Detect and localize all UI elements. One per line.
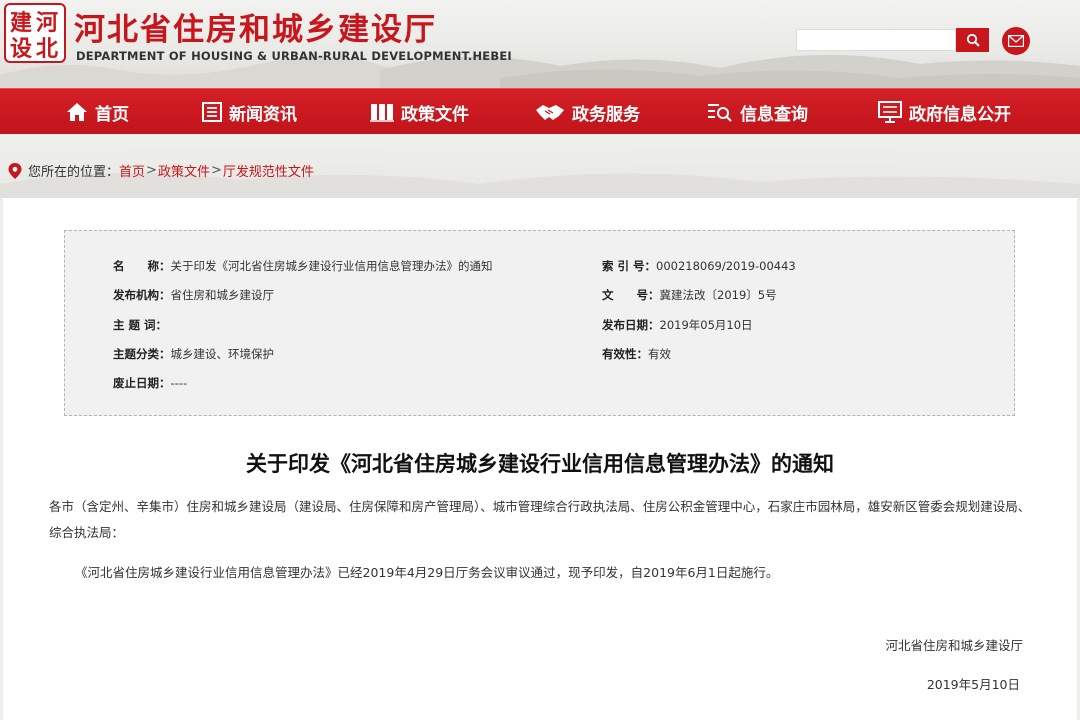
- meta-value: 冀建法改〔2019〕5号: [659, 288, 777, 302]
- nav-item-policy[interactable]: 政策文件: [370, 89, 469, 135]
- meta-index: 索 引 号：000218069/2019-00443: [602, 258, 796, 274]
- search-button[interactable]: [956, 28, 989, 52]
- seal-char-4: 北: [36, 36, 58, 61]
- document-icon: [370, 104, 394, 122]
- main-content: 名 称：关于印发《河北省住房城乡建设行业信用信息管理办法》的通知 索 引 号：0…: [3, 198, 1077, 720]
- search-input[interactable]: [796, 29, 956, 51]
- handshake-icon: [536, 105, 564, 120]
- home-icon: [67, 103, 87, 121]
- mail-icon: [1008, 35, 1024, 47]
- search-icon: [966, 33, 980, 47]
- meta-label: 索 引 号：: [602, 259, 657, 273]
- breadcrumb-home[interactable]: 首页: [119, 161, 145, 180]
- signature-date: 2019年5月10日: [926, 677, 1020, 692]
- nav-item-news[interactable]: 新闻资讯: [202, 89, 297, 135]
- nav-label: 政策文件: [401, 104, 469, 125]
- news-icon: [202, 102, 222, 122]
- nav-item-gov-info[interactable]: 政府信息公开: [878, 89, 1011, 135]
- meta-name: 名 称：关于印发《河北省住房城乡建设行业信用信息管理办法》的通知: [113, 258, 493, 274]
- nav-label: 首页: [95, 104, 129, 125]
- site-subtitle: DEPARTMENT OF HOUSING & URBAN-RURAL DEVE…: [76, 49, 512, 63]
- breadcrumb-separator: >: [146, 163, 157, 178]
- breadcrumb-current[interactable]: 厅发规范性文件: [223, 161, 314, 180]
- meta-date: 发布日期：2019年05月10日: [602, 317, 753, 333]
- document-paragraph: 《河北省住房城乡建设行业信用信息管理办法》已经2019年4月29日厅务会议审议通…: [75, 565, 779, 580]
- logo-seal: 建 河 设 北: [4, 3, 66, 63]
- info-board-icon: [878, 101, 902, 123]
- meta-validity: 有效性：有效: [602, 346, 671, 362]
- site-title: 河北省住房和城乡建设厅: [74, 12, 437, 48]
- meta-label: 有效性：: [602, 347, 648, 361]
- document-paragraph: 各市（含定州、辛集市）住房和城乡建设局（建设局、住房保障和房产管理局）、城市管理…: [49, 499, 1031, 540]
- meta-value: 2019年05月10日: [659, 318, 753, 332]
- search-list-icon: [708, 104, 732, 122]
- site-header: 建 河 设 北 河北省住房和城乡建设厅 DEPARTMENT OF HOUSIN…: [0, 0, 1080, 88]
- nav-label: 信息查询: [740, 104, 808, 125]
- meta-label: 废止日期：: [113, 376, 171, 390]
- meta-label: 主题分类：: [113, 347, 171, 361]
- document-title: 关于印发《河北省住房城乡建设行业信用信息管理办法》的通知: [246, 452, 834, 476]
- nav-item-query[interactable]: 信息查询: [707, 89, 808, 135]
- meta-subject: 主 题 词：: [113, 317, 167, 333]
- seal-icon: 建 河 设 北: [10, 10, 58, 62]
- seal-char-2: 河: [36, 10, 58, 36]
- meta-value: 000218069/2019-00443: [656, 259, 796, 273]
- meta-value: 城乡建设、环境保护: [170, 347, 275, 361]
- mail-button[interactable]: [1002, 27, 1030, 55]
- seal-char-1: 建: [10, 10, 32, 36]
- document-meta-box: 名 称：关于印发《河北省住房城乡建设行业信用信息管理办法》的通知 索 引 号：0…: [64, 230, 1015, 416]
- seal-char-3: 设: [10, 36, 32, 61]
- nav-label: 新闻资讯: [229, 104, 297, 125]
- breadcrumb-policy[interactable]: 政策文件: [158, 161, 210, 180]
- signature-org: 河北省住房和城乡建设厅: [885, 638, 1023, 653]
- meta-abolish: 废止日期：----: [113, 375, 187, 391]
- nav-label: 政务服务: [572, 104, 640, 125]
- location-pin-icon: [8, 162, 22, 179]
- meta-value: 关于印发《河北省住房城乡建设行业信用信息管理办法》的通知: [170, 259, 493, 273]
- meta-value: ----: [170, 376, 188, 390]
- breadcrumb-prefix: 您所在的位置：: [28, 165, 120, 180]
- meta-label: 主 题 词：: [113, 318, 168, 332]
- meta-org: 发布机构：省住房和城乡建设厅: [113, 287, 274, 303]
- meta-label: 名 称：: [113, 259, 171, 273]
- breadcrumb-separator: >: [210, 163, 222, 178]
- meta-label: 发布机构：: [113, 288, 171, 302]
- meta-value: 有效: [648, 347, 671, 361]
- meta-category: 主题分类：城乡建设、环境保护: [113, 346, 274, 362]
- nav-item-home[interactable]: 首页: [66, 89, 129, 135]
- breadcrumb-bar: 您所在的位置： 首页 > 政策文件 > 厅发规范性文件: [0, 134, 1080, 198]
- meta-label: 发布日期：: [602, 318, 660, 332]
- meta-value: 省住房和城乡建设厅: [170, 288, 275, 302]
- nav-item-services[interactable]: 政务服务: [535, 89, 640, 135]
- main-nav: 首页 新闻资讯 政策文件 政务服务 信息查询 政府信息公开: [0, 88, 1080, 134]
- meta-docno: 文 号：冀建法改〔2019〕5号: [602, 287, 777, 303]
- nav-label: 政府信息公开: [909, 104, 1011, 125]
- breadcrumb: 您所在的位置： 首页 > 政策文件 > 厅发规范性文件: [8, 161, 314, 180]
- meta-label: 文 号：: [602, 288, 660, 302]
